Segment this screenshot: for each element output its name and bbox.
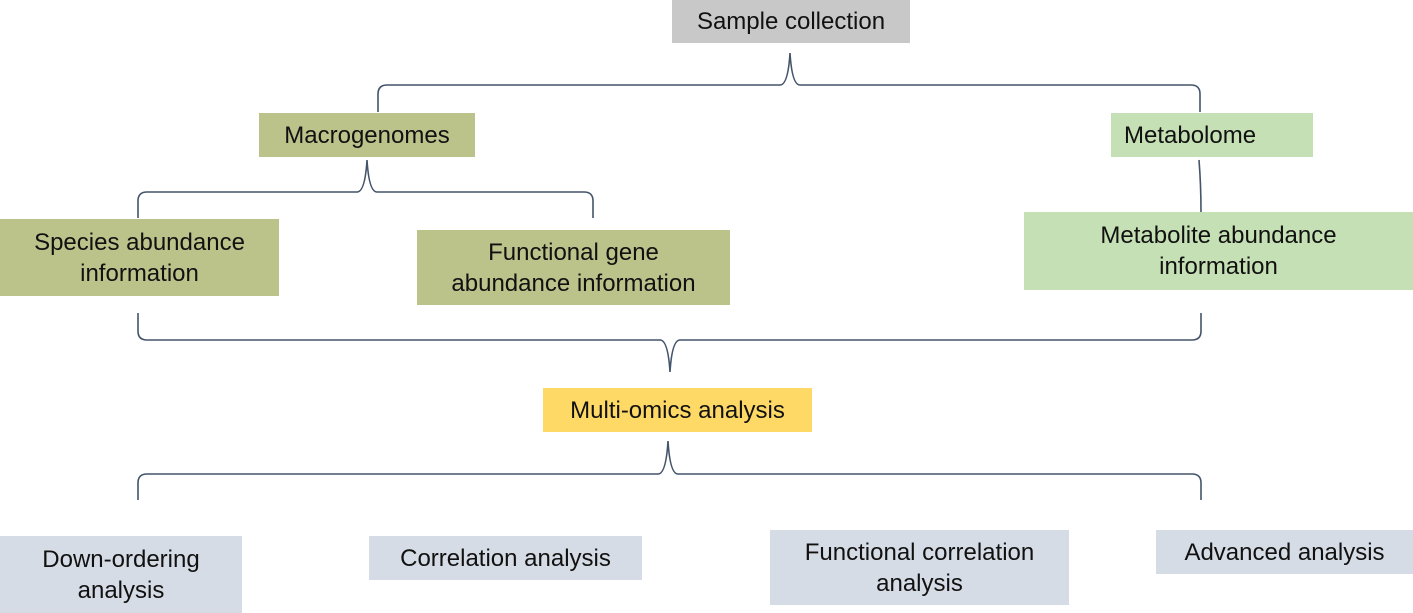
node-label-line1: Functional gene (488, 238, 659, 266)
node-functional-correlation-analysis: Functional correlation analysis (770, 530, 1069, 605)
connectors (137, 52, 1202, 500)
node-label: Advanced analysis (1184, 538, 1385, 566)
node-multiomics-analysis: Multi-omics analysis (543, 388, 812, 432)
node-label: Sample collection (696, 8, 886, 35)
brace-merge-omics (137, 313, 1202, 373)
node-macrogenomes: Macrogenomes (259, 113, 475, 157)
node-label-line2: information (80, 259, 199, 287)
node-label-line2: information (1159, 253, 1278, 280)
node-label-line2: abundance information (451, 269, 696, 297)
line-metabolome (1198, 159, 1202, 213)
node-metabolome: Metabolome (1111, 113, 1313, 157)
node-label: Correlation analysis (400, 544, 611, 572)
node-label-line2: analysis (876, 569, 963, 597)
node-species-abundance: Species abundance information (0, 219, 279, 296)
node-label-line1: Down-ordering (42, 545, 200, 573)
brace-multiomics (137, 440, 1202, 500)
node-label-line1: Species abundance (34, 228, 245, 256)
node-down-ordering-analysis: Down-ordering analysis (0, 536, 242, 613)
node-sample-collection: Sample collection (672, 0, 910, 43)
node-advanced-analysis: Advanced analysis (1156, 530, 1413, 574)
node-label: Macrogenomes (284, 121, 450, 149)
node-functional-gene-abundance: Functional gene abundance information (417, 230, 730, 305)
node-label-line2: analysis (77, 576, 165, 604)
node-label-line1: Functional correlation (804, 538, 1035, 566)
node-label: Multi-omics analysis (570, 396, 785, 424)
node-correlation-analysis: Correlation analysis (369, 536, 642, 580)
brace-macrogenomes (137, 159, 594, 218)
brace-sample-collection (377, 52, 1201, 112)
node-label: Metabolome (1124, 121, 1257, 149)
node-label-line1: Metabolite abundance (1100, 222, 1337, 249)
node-metabolite-abundance: Metabolite abundance information (1024, 212, 1413, 290)
